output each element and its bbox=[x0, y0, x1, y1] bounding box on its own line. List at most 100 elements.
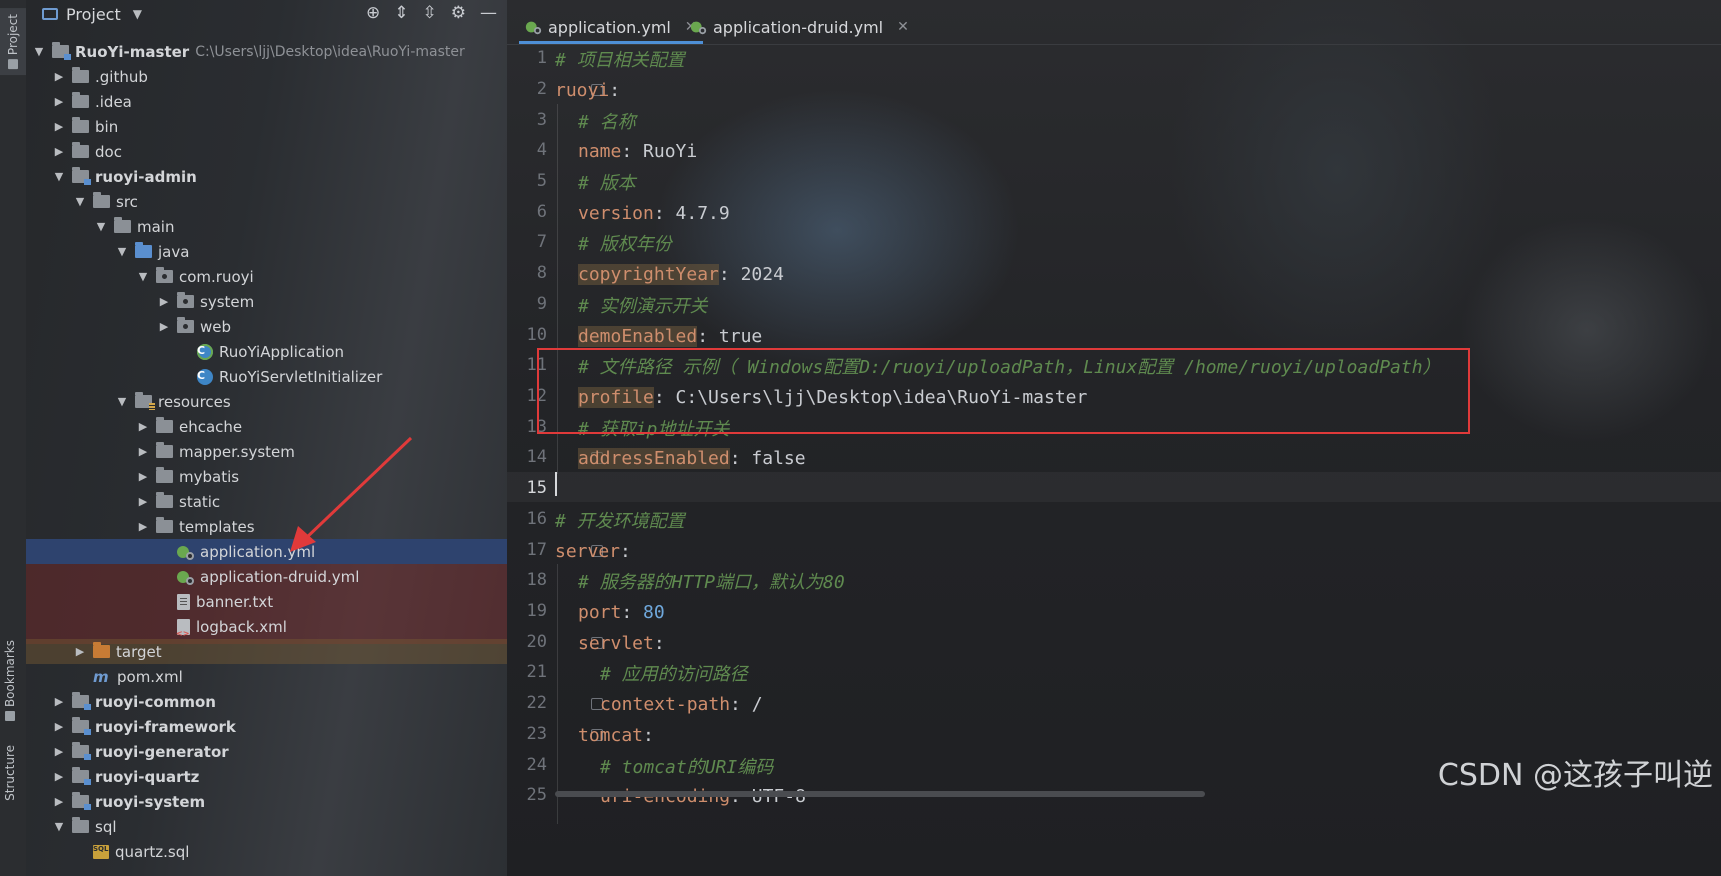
tree-item-static[interactable]: ▶ static bbox=[26, 489, 507, 514]
chevron-right-icon[interactable]: ▶ bbox=[73, 645, 87, 658]
tree-item-logback-xml[interactable]: logback.xml bbox=[26, 614, 507, 639]
tree-item-root[interactable]: ▼ RuoYi-master C:\Users\ljj\Desktop\idea… bbox=[26, 39, 507, 64]
tree-item-idea[interactable]: ▶ .idea bbox=[26, 89, 507, 114]
chevron-right-icon[interactable]: ▶ bbox=[136, 495, 150, 508]
chevron-down-icon[interactable]: ▼ bbox=[52, 170, 66, 183]
line-number: 7 bbox=[536, 232, 547, 252]
code-line-20: servlet: bbox=[578, 632, 665, 654]
tree-item-mybatis[interactable]: ▶ mybatis bbox=[26, 464, 507, 489]
tree-item-ruoyi-common[interactable]: ▶ ruoyi-common bbox=[26, 689, 507, 714]
comment: # 名称 bbox=[578, 112, 636, 133]
bookmarks-tool-button[interactable]: Bookmarks bbox=[3, 640, 17, 722]
hide-panel-icon[interactable]: — bbox=[480, 3, 497, 23]
code-line-24: # tomcat的URI编码 bbox=[600, 751, 773, 781]
tree-item-ruoyi-framework[interactable]: ▶ ruoyi-framework bbox=[26, 714, 507, 739]
chevron-down-icon[interactable]: ▼ bbox=[32, 45, 46, 58]
tree-item-application-yml[interactable]: application.yml bbox=[26, 539, 507, 564]
chevron-right-icon[interactable]: ▶ bbox=[52, 720, 66, 733]
code-line-8: copyrightYear: 2024 bbox=[578, 263, 784, 285]
tree-item-src[interactable]: ▼ src bbox=[26, 189, 507, 214]
tree-item-system[interactable]: ▶ system bbox=[26, 289, 507, 314]
tree-item-label: banner.txt bbox=[196, 592, 274, 611]
tree-item-java[interactable]: ▼ java bbox=[26, 239, 507, 264]
chevron-down-icon[interactable]: ▼ bbox=[94, 220, 108, 233]
collapse-all-icon[interactable]: ⇳ bbox=[423, 3, 437, 23]
chevron-right-icon[interactable]: ▶ bbox=[136, 470, 150, 483]
folder-icon bbox=[114, 217, 131, 233]
project-panel-title: Project bbox=[66, 4, 121, 24]
line-number: 22 bbox=[526, 693, 547, 713]
code-line-3: # 名称 bbox=[578, 106, 636, 136]
chevron-right-icon[interactable]: ▶ bbox=[157, 295, 171, 308]
tree-item-resources[interactable]: ▼ resources bbox=[26, 389, 507, 414]
project-view-selector[interactable]: Project ▼ bbox=[26, 5, 142, 24]
chevron-right-icon[interactable]: ▶ bbox=[52, 95, 66, 108]
chevron-right-icon[interactable]: ▶ bbox=[52, 145, 66, 158]
tree-item-pom-xml[interactable]: m pom.xml bbox=[26, 664, 507, 689]
gear-icon[interactable]: ⚙ bbox=[451, 3, 466, 23]
tree-item-label: bin bbox=[95, 117, 119, 136]
tree-item-application-druid-yml[interactable]: application-druid.yml bbox=[26, 564, 507, 589]
tree-item-bin[interactable]: ▶ bin bbox=[26, 114, 507, 139]
code-line-1: # 项目相关配置 bbox=[555, 44, 685, 74]
code-line-14: addressEnabled: false bbox=[578, 447, 806, 469]
chevron-down-icon: ▼ bbox=[132, 7, 142, 21]
tab-application-yml[interactable]: application.yml ✕ bbox=[519, 13, 703, 44]
tree-item-quartz-sql[interactable]: SQL quartz.sql bbox=[26, 839, 507, 864]
tree-item-ehcache[interactable]: ▶ ehcache bbox=[26, 414, 507, 439]
chevron-down-icon[interactable]: ▼ bbox=[73, 195, 87, 208]
tree-item-banner-txt[interactable]: banner.txt bbox=[26, 589, 507, 614]
tree-item-doc[interactable]: ▶ doc bbox=[26, 139, 507, 164]
chevron-right-icon[interactable]: ▶ bbox=[52, 795, 66, 808]
tree-item-main[interactable]: ▼ main bbox=[26, 214, 507, 239]
yaml-value: 2024 bbox=[740, 263, 784, 285]
tree-item-ruoyi-quartz[interactable]: ▶ ruoyi-quartz bbox=[26, 764, 507, 789]
tree-item-mapper-system[interactable]: ▶ mapper.system bbox=[26, 439, 507, 464]
tree-item-ruoyi-system[interactable]: ▶ ruoyi-system bbox=[26, 789, 507, 814]
chevron-down-icon[interactable]: ▼ bbox=[136, 270, 150, 283]
structure-tool-button[interactable]: Structure bbox=[3, 745, 17, 801]
chevron-right-icon[interactable]: ▶ bbox=[52, 120, 66, 133]
folder-icon bbox=[156, 492, 173, 508]
chevron-right-icon[interactable]: ▶ bbox=[52, 770, 66, 783]
project-tool-button[interactable]: Project bbox=[0, 8, 26, 76]
chevron-right-icon[interactable]: ▶ bbox=[52, 695, 66, 708]
yaml-file-icon bbox=[690, 20, 707, 35]
tab-application-druid-yml[interactable]: application-druid.yml ✕ bbox=[690, 13, 909, 41]
tree-item-web[interactable]: ▶ web bbox=[26, 314, 507, 339]
close-icon[interactable]: ✕ bbox=[897, 19, 909, 35]
yaml-value: / bbox=[751, 693, 763, 715]
tree-item-com-ruoyi[interactable]: ▼ com.ruoyi bbox=[26, 264, 507, 289]
module-folder-icon bbox=[72, 742, 91, 760]
text-file-icon bbox=[177, 593, 190, 610]
tree-item-ruoyi-application[interactable]: C RuoYiApplication bbox=[26, 339, 507, 364]
maven-icon: m bbox=[93, 667, 109, 686]
chevron-down-icon[interactable]: ▼ bbox=[115, 395, 129, 408]
chevron-right-icon[interactable]: ▶ bbox=[157, 320, 171, 333]
tree-item-sql[interactable]: ▼ sql bbox=[26, 814, 507, 839]
chevron-right-icon[interactable]: ▶ bbox=[136, 420, 150, 433]
code-editor[interactable]: application.yml ✕ application-druid.yml … bbox=[507, 0, 1721, 876]
chevron-down-icon[interactable]: ▼ bbox=[52, 820, 66, 833]
tree-item-ruoyi-admin[interactable]: ▼ ruoyi-admin bbox=[26, 164, 507, 189]
tree-item-target[interactable]: ▶ target bbox=[26, 639, 507, 664]
chevron-right-icon[interactable]: ▶ bbox=[52, 745, 66, 758]
chevron-down-icon[interactable]: ▼ bbox=[115, 245, 129, 258]
horizontal-scrollbar[interactable] bbox=[555, 791, 1205, 797]
locate-icon[interactable]: ⊕ bbox=[366, 3, 380, 23]
comment: # 版权年份 bbox=[578, 234, 672, 255]
chevron-right-icon[interactable]: ▶ bbox=[52, 70, 66, 83]
class-icon: C bbox=[197, 368, 213, 385]
expand-all-icon[interactable]: ⇕ bbox=[394, 3, 408, 23]
tree-item-servlet-initializer[interactable]: C RuoYiServletInitializer bbox=[26, 364, 507, 389]
yaml-value: RuoYi bbox=[643, 140, 698, 162]
tree-item-ruoyi-generator[interactable]: ▶ ruoyi-generator bbox=[26, 739, 507, 764]
tree-item-github[interactable]: ▶ .github bbox=[26, 64, 507, 89]
module-folder-icon bbox=[72, 692, 91, 710]
chevron-right-icon[interactable]: ▶ bbox=[136, 445, 150, 458]
chevron-right-icon[interactable]: ▶ bbox=[136, 520, 150, 533]
tree-item-label: ehcache bbox=[179, 417, 243, 436]
yaml-key: context-path bbox=[600, 693, 731, 715]
line-number: 17 bbox=[526, 540, 547, 560]
tree-item-templates[interactable]: ▶ templates bbox=[26, 514, 507, 539]
